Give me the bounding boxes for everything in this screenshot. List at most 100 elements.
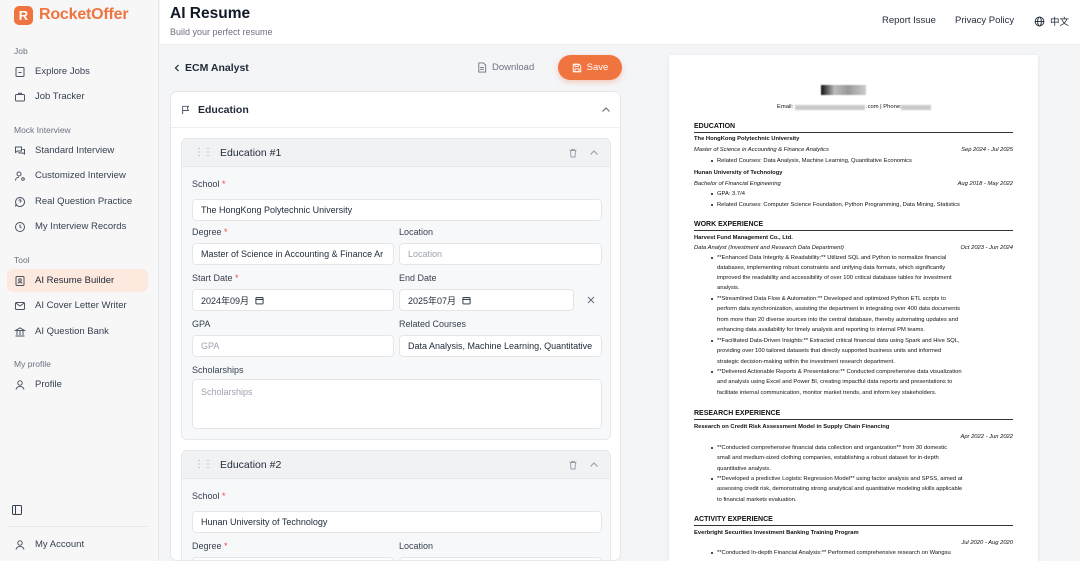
download-button[interactable]: Download — [477, 62, 534, 73]
trash-icon[interactable] — [568, 460, 578, 470]
sidebar-item-ai-cover-letter-writer[interactable]: AI Cover Letter Writer — [7, 294, 148, 317]
sidebar-item-my-interview-records[interactable]: My Interview Records — [7, 215, 148, 238]
edu2-dates: Aug 2018 - May 2022 — [957, 181, 1013, 187]
school-label: School * — [192, 491, 226, 501]
globe-icon — [1034, 16, 1045, 26]
sidebar-item-standard-interview[interactable]: Standard Interview — [7, 139, 148, 162]
sidebar-item-explore-jobs[interactable]: Explore Jobs — [7, 60, 148, 83]
education-section-header[interactable]: Education — [171, 92, 620, 128]
save-icon — [572, 63, 581, 72]
sidebar-item-label: Standard Interview — [35, 145, 115, 156]
heading-rule — [694, 419, 1013, 420]
work-role: Data Analyst (Investment and Research Da… — [694, 245, 844, 251]
end-date-label: End Date — [399, 273, 437, 283]
file-user-icon — [14, 275, 26, 287]
research-line: to financial markets evaluation. — [717, 497, 797, 503]
edu1-dates: Sep 2024 - Jul 2025 — [961, 147, 1013, 153]
sidebar-item-ai-question-bank[interactable]: AI Question Bank — [7, 320, 148, 343]
location-label: Location — [399, 227, 434, 237]
work-line: facilitate internal communication, monit… — [717, 390, 937, 396]
related-courses-input[interactable]: Data Analysis, Machine Learning, Quantit… — [399, 335, 602, 357]
sidebar-item-label: Real Question Practice — [35, 196, 133, 207]
bullet — [711, 204, 714, 207]
phone-redacted — [901, 105, 931, 110]
briefcase-icon — [14, 91, 26, 103]
education-card-header[interactable]: ⋮⋮ Education #1 — [182, 139, 610, 167]
location-input[interactable]: Location — [399, 243, 602, 265]
school-input[interactable]: Hunan University of Technology — [192, 511, 602, 533]
scholarships-textarea[interactable]: Scholarships — [192, 379, 602, 429]
sidebar-item-real-question-practice[interactable]: Real Question Practice — [7, 190, 148, 213]
calendar-icon[interactable] — [255, 296, 264, 305]
message-question-icon — [14, 196, 26, 208]
degree-input[interactable]: Master of Science in Accounting & Financ… — [192, 243, 394, 265]
research-line: **Developed a predictive Logistic Regres… — [717, 476, 963, 482]
page-title: AI Resume — [170, 5, 251, 22]
email-redacted — [795, 105, 865, 110]
education-section-title: Education — [198, 103, 249, 116]
work-dates: Oct 2023 - Jun 2024 — [960, 245, 1013, 251]
sidebar-item-customized-interview[interactable]: Customized Interview — [7, 164, 148, 187]
start-date-label-text: Start Date — [192, 273, 233, 283]
work-line: and analysis using Excel and Power BI, c… — [717, 379, 953, 385]
sidebar-item-profile[interactable]: Profile — [7, 373, 148, 396]
language-switcher[interactable]: 中文 — [1034, 14, 1069, 28]
my-account-button[interactable]: My Account — [7, 533, 148, 556]
research-line: small and medium-sized clothing companie… — [717, 455, 939, 461]
education-card-header[interactable]: ⋮⋮ Education #2 — [182, 451, 610, 479]
privacy-policy-link[interactable]: Privacy Policy — [955, 15, 1014, 26]
top-header: AI Resume Build your perfect resume Repo… — [160, 0, 1080, 45]
user-icon — [14, 379, 26, 391]
my-account-label: My Account — [35, 539, 85, 550]
drag-handle-icon[interactable]: ⋮⋮ — [194, 459, 213, 470]
sidebar-item-label: AI Cover Letter Writer — [35, 300, 127, 311]
section-label-mock-interview: Mock Interview — [14, 125, 71, 135]
research-line: quantitative analysis. — [717, 466, 771, 472]
save-button[interactable]: Save — [558, 55, 622, 80]
work-line: **Facilitated Data-Driven Insights:** Ex… — [717, 338, 960, 344]
research-title: Research on Credit Risk Assessment Model… — [694, 424, 890, 430]
bullet — [711, 478, 714, 481]
document-icon — [478, 62, 487, 73]
sidebar-item-ai-resume-builder[interactable]: AI Resume Builder — [7, 269, 148, 292]
sidebar-item-job-tracker[interactable]: Job Tracker — [7, 85, 148, 108]
clear-icon[interactable] — [587, 296, 595, 304]
location-input[interactable] — [399, 557, 602, 560]
degree-label-text: Degree — [192, 227, 222, 237]
work-line: providing over 100 tailored datasets tha… — [717, 348, 942, 354]
work-line: databases, implementing robust constrain… — [717, 265, 946, 271]
chevron-up-icon[interactable] — [601, 105, 611, 115]
contact-email-prefix: Email: — [777, 104, 794, 110]
bullet — [711, 552, 714, 555]
brand-logo[interactable]: R RocketOffer — [0, 0, 158, 30]
bullet — [711, 193, 714, 196]
chevron-up-icon[interactable] — [589, 148, 599, 158]
work-line: perform data synchronization, assisting … — [717, 306, 960, 312]
school-input[interactable]: The HongKong Polytechnic University — [192, 199, 602, 221]
gpa-label: GPA — [192, 319, 211, 329]
degree-input[interactable] — [192, 557, 394, 560]
back-button[interactable]: ECM Analyst — [173, 62, 249, 74]
school-label-text: School — [192, 179, 220, 189]
clock-icon — [14, 221, 26, 233]
bullet — [711, 340, 714, 343]
edu1-courses: Related Courses: Data Analysis, Machine … — [717, 158, 912, 164]
report-issue-link[interactable]: Report Issue — [882, 15, 936, 26]
edu2-gpa: GPA: 3.7/4 — [717, 191, 745, 197]
sidebar-item-label: Customized Interview — [35, 170, 126, 181]
education-card-title: Education #2 — [220, 458, 282, 471]
chevron-left-icon — [174, 64, 179, 72]
calendar-icon[interactable] — [462, 296, 471, 305]
sidebar-item-label: My Interview Records — [35, 221, 127, 232]
gpa-input[interactable]: GPA — [192, 335, 394, 357]
edu2-courses: Related Courses: Computer Science Founda… — [717, 202, 960, 208]
drag-handle-icon[interactable]: ⋮⋮ — [194, 147, 213, 158]
section-label-tool: Tool — [14, 255, 30, 265]
end-date-input[interactable]: 2025年07月 — [399, 289, 574, 311]
chevron-up-icon[interactable] — [589, 460, 599, 470]
start-date-input[interactable]: 2024年09月 — [192, 289, 394, 311]
trash-icon[interactable] — [568, 148, 578, 158]
building-icon — [14, 66, 26, 78]
work-line: **Delivered Actionable Reports & Present… — [717, 369, 962, 375]
sidebar-collapse-icon[interactable] — [11, 504, 23, 516]
